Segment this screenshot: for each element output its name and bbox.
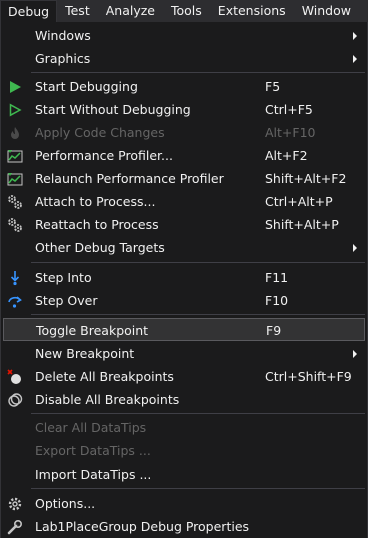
menu-item-start-without-debugging[interactable]: Start Without Debugging Ctrl+F5 xyxy=(3,98,365,121)
menu-item-step-into[interactable]: Step Into F11 xyxy=(3,266,365,289)
step-over-icon xyxy=(5,291,25,310)
menu-item-clear-all-datatips: Clear All DataTips xyxy=(3,416,365,439)
menu-item-debug-properties[interactable]: Lab1PlaceGroup Debug Properties xyxy=(3,515,365,538)
menu-item-windows[interactable]: Windows xyxy=(3,24,365,47)
menu-item-label: Lab1PlaceGroup Debug Properties xyxy=(35,519,250,534)
menu-item-performance-profiler[interactable]: Performance Profiler... Alt+F2 xyxy=(3,144,365,167)
menu-item-reattach-to-process[interactable]: Reattach to Process Shift+Alt+P xyxy=(3,213,365,236)
menu-analyze[interactable]: Analyze xyxy=(98,0,163,22)
menu-item-label: Disable All Breakpoints xyxy=(35,392,180,407)
menu-item-shortcut: F11 xyxy=(265,270,289,285)
debug-dropdown-menu: Windows Graphics Start Debugging F5 Star… xyxy=(0,22,368,538)
menu-item-delete-all-breakpoints[interactable]: Delete All Breakpoints Ctrl+Shift+F9 xyxy=(3,365,365,388)
menu-item-toggle-breakpoint[interactable]: Toggle Breakpoint F9 xyxy=(3,318,365,341)
menu-item-graphics[interactable]: Graphics xyxy=(3,47,365,70)
menu-item-label: Export DataTips ... xyxy=(35,443,151,458)
menu-test[interactable]: Test xyxy=(57,0,98,22)
gears-icon xyxy=(5,192,25,211)
menu-item-label: Import DataTips ... xyxy=(35,467,152,482)
menu-separator xyxy=(31,314,365,315)
menu-item-label: Attach to Process... xyxy=(35,194,156,209)
menu-item-shortcut: F9 xyxy=(266,323,282,338)
menu-item-apply-code-changes: Apply Code Changes Alt+F10 xyxy=(3,121,365,144)
submenu-arrow-icon xyxy=(353,244,357,252)
menu-item-label: Reattach to Process xyxy=(35,217,159,232)
menu-item-other-debug-targets[interactable]: Other Debug Targets xyxy=(3,236,365,259)
menu-item-new-breakpoint[interactable]: New Breakpoint xyxy=(3,342,365,365)
menu-separator xyxy=(31,488,365,489)
menu-item-label: New Breakpoint xyxy=(35,346,135,361)
menu-item-shortcut: Shift+Alt+P xyxy=(265,217,339,232)
menu-item-label: Toggle Breakpoint xyxy=(36,323,149,338)
step-into-icon xyxy=(5,268,25,287)
menu-item-options[interactable]: Options... xyxy=(3,492,365,515)
menu-item-label: Relaunch Performance Profiler xyxy=(35,171,224,186)
menu-item-shortcut: Ctrl+Alt+P xyxy=(265,194,333,209)
menu-separator xyxy=(31,262,365,263)
gears-icon xyxy=(5,215,25,234)
hot-reload-icon xyxy=(5,123,25,142)
submenu-arrow-icon xyxy=(353,350,357,358)
menu-item-label: Apply Code Changes xyxy=(35,125,165,140)
menu-debug[interactable]: Debug xyxy=(0,0,58,22)
menu-item-label: Options... xyxy=(35,496,96,511)
delete-breakpoints-icon xyxy=(5,367,25,386)
menu-item-shortcut: Alt+F10 xyxy=(265,125,316,140)
menu-separator xyxy=(31,72,365,73)
menu-item-label: Step Into xyxy=(35,270,92,285)
profiler-icon xyxy=(5,146,25,165)
menu-item-label: Graphics xyxy=(35,51,91,66)
menu-item-shortcut: Ctrl+F5 xyxy=(265,102,313,117)
menu-item-label: Delete All Breakpoints xyxy=(35,369,174,384)
menu-item-disable-all-breakpoints[interactable]: Disable All Breakpoints xyxy=(3,388,365,411)
menu-extensions[interactable]: Extensions xyxy=(210,0,294,22)
wrench-icon xyxy=(5,517,25,536)
menu-item-shortcut: Ctrl+Shift+F9 xyxy=(265,369,352,384)
menu-item-import-datatips[interactable]: Import DataTips ... xyxy=(3,463,365,486)
menu-item-label: Windows xyxy=(35,28,91,43)
submenu-arrow-icon xyxy=(353,32,357,40)
menu-window[interactable]: Window xyxy=(294,0,359,22)
menu-item-shortcut: Shift+Alt+F2 xyxy=(265,171,347,186)
menu-item-label: Performance Profiler... xyxy=(35,148,173,163)
menu-help[interactable]: H xyxy=(359,0,368,22)
menu-item-label: Start Without Debugging xyxy=(35,102,191,117)
menu-item-start-debugging[interactable]: Start Debugging F5 xyxy=(3,75,365,98)
menu-item-label: Clear All DataTips xyxy=(35,420,147,435)
submenu-arrow-icon xyxy=(353,55,357,63)
gear-icon xyxy=(5,494,25,513)
menu-item-attach-to-process[interactable]: Attach to Process... Ctrl+Alt+P xyxy=(3,190,365,213)
disable-breakpoints-icon xyxy=(5,390,25,409)
profiler-icon xyxy=(5,169,25,188)
menu-item-relaunch-performance-profiler[interactable]: Relaunch Performance Profiler Shift+Alt+… xyxy=(3,167,365,190)
play-filled-icon xyxy=(5,77,25,96)
menu-item-step-over[interactable]: Step Over F10 xyxy=(3,289,365,312)
menu-item-shortcut: F10 xyxy=(265,293,289,308)
menu-item-export-datatips: Export DataTips ... xyxy=(3,439,365,462)
menu-separator xyxy=(31,413,365,414)
menu-item-shortcut: Alt+F2 xyxy=(265,148,308,163)
menu-item-label: Other Debug Targets xyxy=(35,240,165,255)
menu-bar: Debug Test Analyze Tools Extensions Wind… xyxy=(0,0,368,22)
menu-tools[interactable]: Tools xyxy=(163,0,210,22)
play-outline-icon xyxy=(5,100,25,119)
menu-item-label: Step Over xyxy=(35,293,98,308)
menu-item-shortcut: F5 xyxy=(265,79,281,94)
menu-item-label: Start Debugging xyxy=(35,79,138,94)
